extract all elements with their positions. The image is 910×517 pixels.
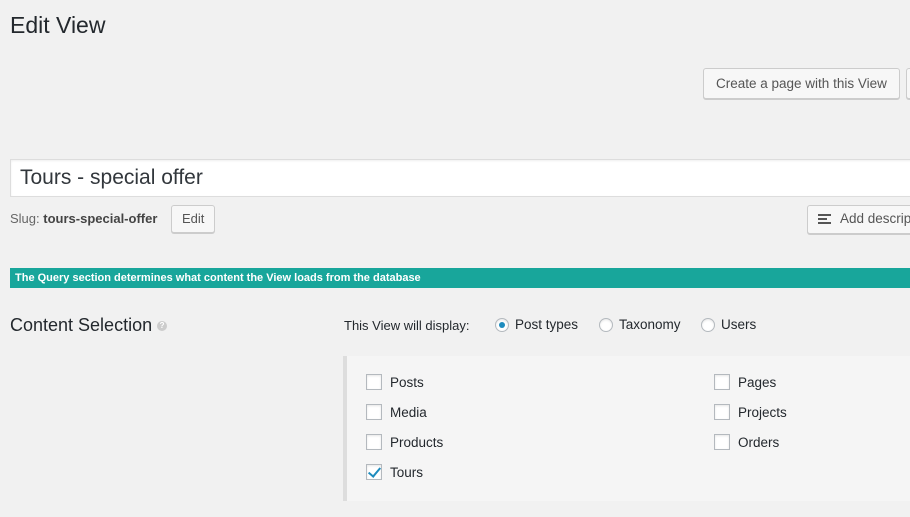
checkbox[interactable] — [714, 374, 730, 390]
checkbox-label: Orders — [738, 435, 780, 450]
radio-button[interactable] — [701, 318, 715, 332]
edit-slug-button[interactable]: Edit — [171, 205, 216, 233]
checkbox[interactable] — [714, 434, 730, 450]
checkbox[interactable] — [366, 404, 382, 420]
radio-label: Post types — [515, 317, 579, 332]
radio-button-checked[interactable] — [495, 318, 509, 332]
help-icon[interactable]: ? — [157, 321, 168, 332]
checkbox[interactable] — [366, 374, 382, 390]
checkbox-item-posts[interactable]: Posts — [366, 374, 424, 391]
radio-button[interactable] — [599, 318, 613, 332]
content-selection-title: Content Selection? — [10, 315, 168, 335]
checkbox-label: Media — [390, 405, 427, 420]
page-title: Edit View — [10, 12, 106, 38]
slug-label: Slug: — [10, 211, 40, 226]
checkbox-checked[interactable] — [366, 464, 382, 480]
secondary-action-button[interactable] — [906, 68, 910, 99]
checkbox-item-projects[interactable]: Projects — [714, 404, 787, 421]
radio-taxonomy[interactable]: Taxonomy — [599, 317, 681, 332]
checkbox-label: Pages — [738, 375, 777, 390]
create-page-button[interactable]: Create a page with this View — [703, 68, 900, 99]
add-description-button[interactable]: Add description — [807, 205, 910, 234]
radio-label: Taxonomy — [619, 317, 681, 332]
checkbox-label: Posts — [390, 375, 424, 390]
text-align-icon — [818, 212, 831, 226]
radio-label: Users — [721, 317, 757, 332]
display-label: This View will display: — [344, 318, 470, 333]
checkbox-label: Products — [390, 435, 444, 450]
checkbox-item-orders[interactable]: Orders — [714, 434, 779, 451]
add-description-label: Add description — [840, 211, 910, 226]
checkbox[interactable] — [366, 434, 382, 450]
checkbox-item-products[interactable]: Products — [366, 434, 443, 451]
slug-row: Slug: tours-special-offer — [10, 211, 157, 227]
checkbox-item-tours[interactable]: Tours — [366, 464, 423, 481]
radio-post-types[interactable]: Post types — [495, 317, 578, 332]
slug-value: tours-special-offer — [43, 211, 158, 226]
checkbox-item-pages[interactable]: Pages — [714, 374, 776, 391]
content-selection-label: Content Selection — [10, 315, 153, 335]
view-title-input[interactable]: Tours - special offer — [10, 159, 910, 197]
query-info-banner: The Query section determines what conten… — [10, 268, 910, 288]
checkbox-label: Tours — [390, 465, 424, 480]
checkbox-label: Projects — [738, 405, 787, 420]
checkbox[interactable] — [714, 404, 730, 420]
post-types-panel — [343, 356, 910, 501]
checkbox-item-media[interactable]: Media — [366, 404, 427, 421]
radio-users[interactable]: Users — [701, 317, 756, 332]
